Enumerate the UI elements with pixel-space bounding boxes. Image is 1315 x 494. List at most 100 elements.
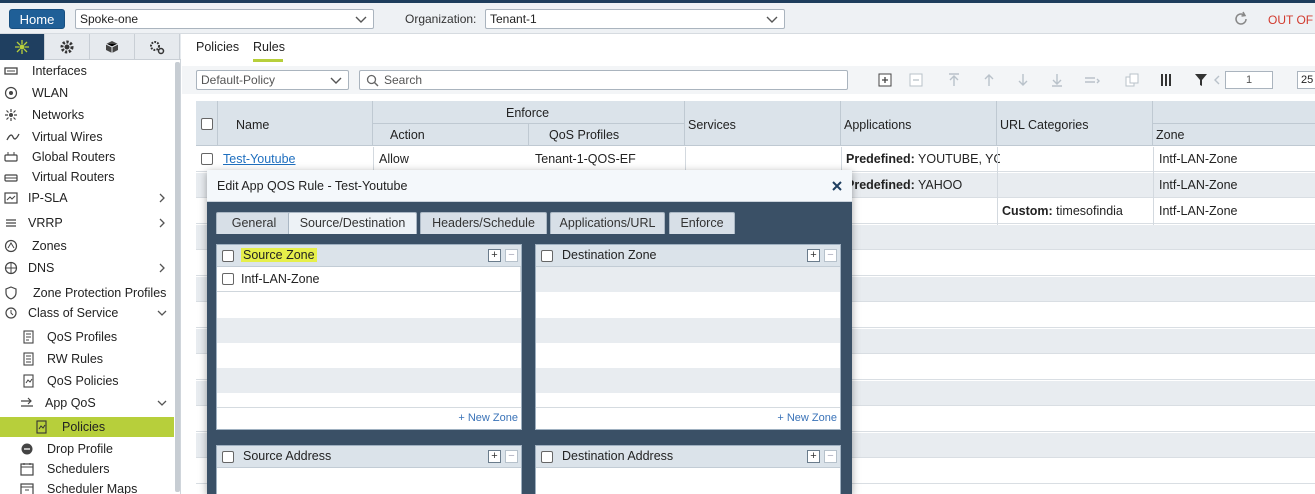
remove-icon[interactable]: − — [505, 249, 518, 262]
previous-page-icon[interactable] — [1209, 72, 1225, 88]
list-row — [217, 318, 521, 343]
clone-icon[interactable] — [1124, 72, 1140, 88]
row-checkbox[interactable] — [201, 153, 213, 165]
source-destination-panel: Source Zone + − Intf-LAN-Zone + New Zone… — [216, 234, 843, 494]
tab-network[interactable] — [0, 34, 45, 60]
sidebar-item-qos-policies[interactable]: QoS Policies — [0, 371, 174, 391]
sidebar-item-policies[interactable]: Policies — [0, 417, 174, 437]
search-placeholder: Search — [384, 73, 423, 87]
column-header-applications[interactable]: Applications — [841, 101, 997, 146]
add-icon[interactable]: + — [488, 450, 501, 463]
applications-value: YOUTUBE, YOU — [918, 152, 1000, 166]
refresh-icon[interactable] — [1233, 11, 1249, 27]
chevron-right-icon — [159, 263, 165, 273]
move-down-icon[interactable] — [1015, 72, 1031, 88]
new-zone-link[interactable]: + New Zone — [777, 412, 837, 424]
tab-settings[interactable] — [45, 34, 90, 60]
rule-qos-profile: Tenant-1-QOS-EF — [535, 152, 636, 166]
sidebar-item-virtual-wires[interactable]: Virtual Wires — [0, 127, 174, 147]
tab-objects[interactable] — [90, 34, 135, 60]
sidebar-item-vrrp[interactable]: VRRP — [0, 213, 174, 233]
move-top-icon[interactable] — [946, 72, 962, 88]
remove-icon[interactable]: − — [505, 450, 518, 463]
sidebar-item-zone-protection-profiles[interactable]: Zone Protection Profiles — [0, 283, 174, 303]
destination-zone-select-all[interactable] — [541, 250, 553, 262]
drop-profile-icon — [21, 443, 33, 455]
source-zone-select-all[interactable] — [222, 250, 234, 262]
sidebar-item-label: IP-SLA — [28, 191, 68, 205]
sidebar-item-ip-sla[interactable]: IP-SLA — [0, 188, 174, 208]
table-row[interactable]: Test-Youtube Allow Tenant-1-QOS-EF Prede… — [196, 147, 1315, 172]
move-up-icon[interactable] — [981, 72, 997, 88]
source-address-select-all[interactable] — [222, 451, 234, 463]
add-icon[interactable]: + — [807, 450, 820, 463]
sidebar-item-virtual-routers[interactable]: Virtual Routers — [0, 167, 174, 187]
tab-policies[interactable]: Policies — [196, 40, 239, 54]
sidebar-scrollbar[interactable] — [175, 62, 180, 492]
sidebar-item-interfaces[interactable]: Interfaces — [0, 61, 174, 81]
sidebar-item-class-of-service[interactable]: Class of Service — [0, 303, 174, 323]
sidebar-item-schedulers[interactable]: Schedulers — [0, 459, 174, 479]
page-size-select[interactable]: 25 — [1297, 71, 1315, 89]
page-number-input[interactable]: 1 — [1225, 71, 1273, 89]
remove-icon[interactable]: − — [824, 450, 837, 463]
add-icon[interactable] — [877, 72, 893, 88]
new-zone-link[interactable]: + New Zone — [458, 412, 518, 424]
sidebar-item-global-routers[interactable]: Global Routers — [0, 147, 174, 167]
organization-select[interactable]: Tenant-1 — [485, 9, 785, 29]
tab-general[interactable]: General — [216, 212, 292, 234]
close-icon[interactable] — [830, 179, 844, 193]
sidebar: Interfaces WLAN Networks Virtual Wires G… — [0, 34, 181, 494]
tab-headers-schedule[interactable]: Headers/Schedule — [420, 212, 547, 234]
filter-icon[interactable] — [1193, 72, 1209, 88]
destination-zone-panel: Destination Zone + − + New Zone — [535, 244, 841, 430]
sidebar-item-dns[interactable]: DNS — [0, 258, 174, 278]
tab-applications-url[interactable]: Applications/URL — [550, 212, 665, 234]
sidebar-item-label: Interfaces — [32, 64, 87, 78]
qos-profiles-icon — [23, 330, 34, 344]
column-header-qos-profiles[interactable]: QoS Profiles — [529, 124, 685, 146]
device-select[interactable]: Spoke-one — [75, 9, 374, 29]
column-header-name[interactable]: Name — [218, 101, 373, 146]
bulk-action-icon[interactable] — [1084, 72, 1100, 88]
destination-address-header: Destination Address + − — [536, 446, 840, 468]
sidebar-item-networks[interactable]: Networks — [0, 105, 174, 125]
home-button[interactable]: Home — [9, 9, 65, 29]
tab-services[interactable] — [135, 34, 180, 60]
list-item[interactable]: Intf-LAN-Zone — [217, 267, 521, 292]
policy-select[interactable]: Default-Policy — [196, 70, 349, 90]
tab-enforce[interactable]: Enforce — [669, 212, 735, 234]
column-header-action[interactable]: Action — [373, 124, 529, 146]
destination-address-select-all[interactable] — [541, 451, 553, 463]
sidebar-item-scheduler-maps[interactable]: Scheduler Maps — [0, 479, 174, 494]
sidebar-item-app-qos[interactable]: App QoS — [0, 393, 174, 413]
sidebar-item-zones[interactable]: Zones — [0, 236, 174, 256]
sidebar-item-rw-rules[interactable]: RW Rules — [0, 349, 174, 369]
rule-action: Allow — [379, 152, 409, 166]
rule-name-link[interactable]: Test-Youtube — [223, 152, 296, 166]
sidebar-item-qos-profiles[interactable]: QoS Profiles — [0, 327, 174, 347]
column-header-zone[interactable]: Zone — [1153, 124, 1315, 146]
header-label: Applications — [844, 118, 912, 132]
panel-footer: + New Zone — [536, 407, 840, 429]
remove-icon[interactable]: − — [824, 249, 837, 262]
add-icon[interactable]: + — [488, 249, 501, 262]
column-header-services[interactable]: Services — [685, 101, 841, 146]
applications-prefix: Predefined: — [846, 178, 915, 192]
delete-icon[interactable] — [908, 72, 924, 88]
add-icon[interactable]: + — [807, 249, 820, 262]
sidebar-item-drop-profile[interactable]: Drop Profile — [0, 439, 174, 459]
tab-source-destination[interactable]: Source/Destination — [288, 212, 417, 234]
sidebar-item-wlan[interactable]: WLAN — [0, 83, 174, 103]
columns-icon[interactable] — [1159, 72, 1175, 88]
move-bottom-icon[interactable] — [1049, 72, 1065, 88]
search-input[interactable]: Search — [359, 70, 848, 90]
status-text: OUT OF — [1268, 13, 1314, 27]
select-all-checkbox[interactable] — [201, 118, 213, 130]
tab-rules[interactable]: Rules — [253, 40, 285, 54]
item-checkbox[interactable] — [222, 273, 234, 285]
column-group-source — [1153, 101, 1315, 124]
list-row — [217, 343, 521, 368]
interfaces-icon — [4, 67, 18, 75]
column-header-url-categories[interactable]: URL Categories — [997, 101, 1153, 146]
